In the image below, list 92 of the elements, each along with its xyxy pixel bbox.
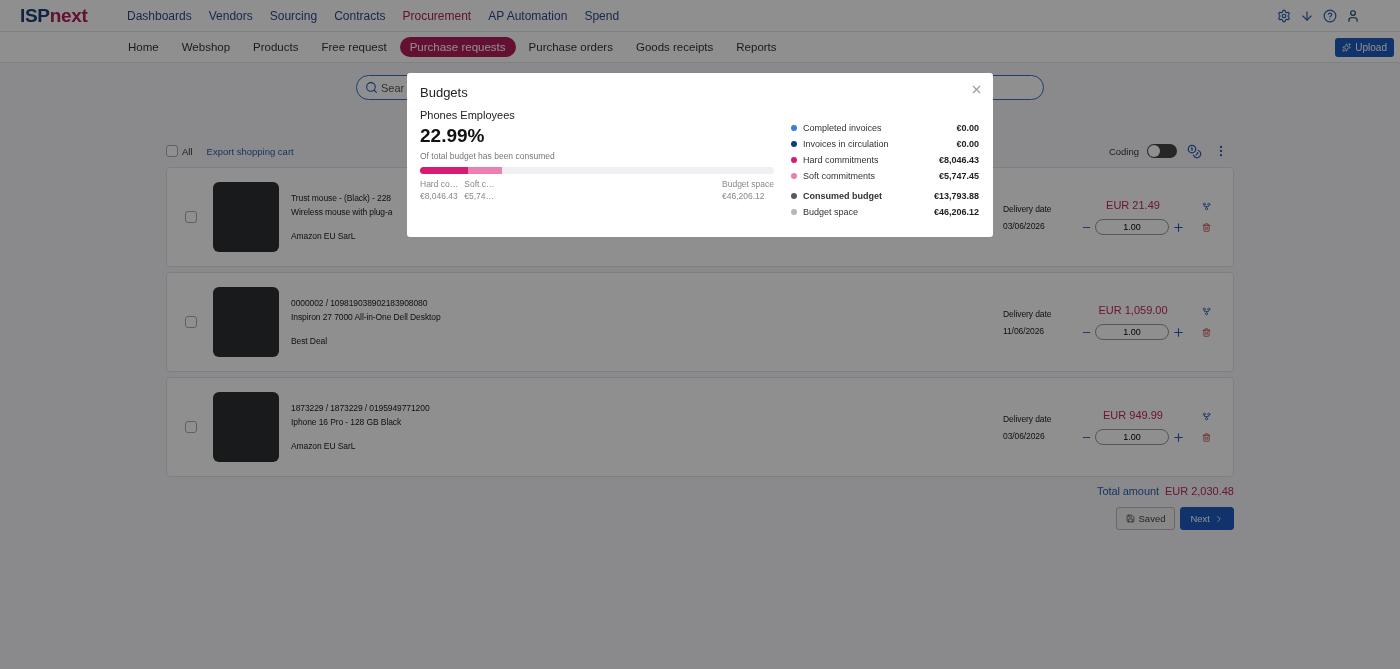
- item-price: EUR 21.49: [1106, 199, 1160, 211]
- trash-icon[interactable]: [1202, 433, 1211, 442]
- legend-value: €0.00: [956, 139, 979, 149]
- legend-label: Completed invoices: [803, 123, 883, 133]
- split-icon[interactable]: [1202, 412, 1211, 421]
- dialog-title: Budgets: [420, 85, 468, 100]
- split-icon[interactable]: [1202, 202, 1211, 211]
- nav-link[interactable]: Dashboards: [127, 8, 192, 23]
- legend-label: Budget space: [803, 207, 860, 217]
- upload-button[interactable]: Upload: [1335, 37, 1394, 57]
- total-label: Total amount: [1097, 485, 1159, 497]
- trash-icon[interactable]: [1202, 328, 1211, 337]
- delivery-label: Delivery date: [1003, 308, 1053, 319]
- vendor-name: Best Deal: [291, 336, 327, 346]
- delivery-label: Delivery date: [1003, 413, 1053, 424]
- budget-name: Phones Employees: [420, 109, 516, 121]
- export-link[interactable]: Export shopping cart: [206, 145, 294, 157]
- legend-value: €8,046.43: [938, 155, 979, 165]
- next-button[interactable]: Next: [1180, 507, 1234, 530]
- legend-label: Consumed budget: [803, 191, 883, 201]
- item-price: EUR 1,059.00: [1098, 304, 1168, 316]
- vendor-name: Amazon EU SarL: [291, 441, 356, 451]
- nav-link[interactable]: AP Automation: [488, 8, 568, 23]
- sub-nav-tab[interactable]: Webshop: [171, 37, 241, 57]
- item-id: 1873229 / 1873229 / 0195949771200: [291, 403, 430, 413]
- photo-placeholder: [213, 287, 279, 357]
- consumed-percentage: 22.99%: [420, 125, 486, 147]
- photo-placeholder: [213, 392, 279, 462]
- user-icon[interactable]: [1346, 8, 1360, 23]
- delivery-label: Delivery date: [1003, 203, 1053, 214]
- legend-value: €5,747.45: [938, 171, 979, 181]
- sub-nav-tab[interactable]: Purchase requests: [399, 37, 516, 57]
- checkbox[interactable]: [185, 316, 197, 328]
- chevron-right-icon: [1214, 513, 1224, 524]
- toggle-switch[interactable]: [1147, 144, 1177, 158]
- bar-label: Budget space: [722, 178, 774, 190]
- sub-nav-tab[interactable]: Goods receipts: [625, 37, 724, 57]
- trash-icon[interactable]: [1202, 223, 1211, 232]
- split-icon[interactable]: [1202, 307, 1211, 316]
- plus-icon[interactable]: [1172, 325, 1185, 339]
- bar-label: Hard co…: [420, 178, 459, 190]
- bar-label: Soft c…: [464, 178, 495, 190]
- sub-nav-tab[interactable]: Purchase orders: [518, 37, 623, 57]
- legend-value: €46,206.12: [933, 207, 979, 217]
- caption: Of total budget has been consumed: [420, 151, 556, 161]
- legend-label: Soft commitments: [803, 171, 877, 181]
- checkbox[interactable]: [185, 211, 197, 223]
- toggle-label: Coding: [1108, 145, 1139, 157]
- nav-link[interactable]: Sourcing: [269, 8, 318, 23]
- checkbox[interactable]: [166, 145, 178, 157]
- item-id: Trust mouse - (Black) - 228: [291, 193, 391, 203]
- delivery-date: 03/06/2026: [1003, 220, 1046, 231]
- coins-icon[interactable]: [1187, 143, 1202, 159]
- photo-placeholder: [213, 182, 279, 252]
- download-arrow-icon[interactable]: [1300, 8, 1314, 23]
- help-icon[interactable]: [1323, 8, 1337, 23]
- quantity-field[interactable]: 1.00: [1095, 324, 1169, 340]
- plus-icon[interactable]: [1172, 220, 1185, 234]
- quantity-field[interactable]: 1.00: [1095, 219, 1169, 235]
- item-description: Inspiron 27 7000 All-in-One Dell Desktop: [291, 312, 441, 322]
- legend-value: €0.00: [956, 123, 979, 133]
- item-price: EUR 949.99: [1103, 409, 1163, 421]
- item-id: 0000002 / 109819038902183908080: [291, 298, 428, 308]
- legend-value: €13,793.88: [933, 191, 979, 201]
- nav-link[interactable]: Vendors: [208, 8, 253, 23]
- sub-nav-tab[interactable]: Free request: [311, 37, 397, 57]
- legend-label: Invoices in circulation: [803, 139, 890, 149]
- sparkle-icon: [1342, 42, 1352, 52]
- vendor-name: Amazon EU SarL: [291, 231, 356, 241]
- delivery-date: 03/06/2026: [1003, 430, 1046, 441]
- nav-link[interactable]: Contracts: [334, 8, 386, 23]
- checkbox[interactable]: [185, 421, 197, 433]
- sub-nav-tab[interactable]: Home: [118, 37, 169, 57]
- nav-link[interactable]: Spend: [584, 8, 620, 23]
- quantity-field[interactable]: 1.00: [1095, 429, 1169, 445]
- total-amount: EUR 2,030.48: [1164, 485, 1234, 497]
- plus-icon[interactable]: [1172, 430, 1185, 444]
- nav-link[interactable]: Procurement: [402, 8, 472, 23]
- bar-value: €46,206.12: [722, 190, 766, 202]
- close-icon[interactable]: [970, 83, 983, 96]
- sub-nav-tab[interactable]: Reports: [726, 37, 787, 57]
- item-description: Iphone 16 Pro - 128 GB Black: [291, 417, 402, 427]
- settings-icon[interactable]: [1277, 8, 1291, 23]
- bar-value: €8,046.43: [420, 190, 459, 202]
- item-description: Wireless mouse with plug-a: [291, 207, 393, 217]
- search-icon: [365, 81, 378, 94]
- bar-value: €5,74…: [464, 190, 495, 202]
- checkbox-label: All: [182, 145, 193, 157]
- legend-label: Hard commitments: [803, 155, 880, 165]
- sub-nav-tab[interactable]: Products: [243, 37, 309, 57]
- logo: ISPnext: [20, 4, 89, 27]
- delivery-date: 11/06/2026: [1003, 325, 1045, 336]
